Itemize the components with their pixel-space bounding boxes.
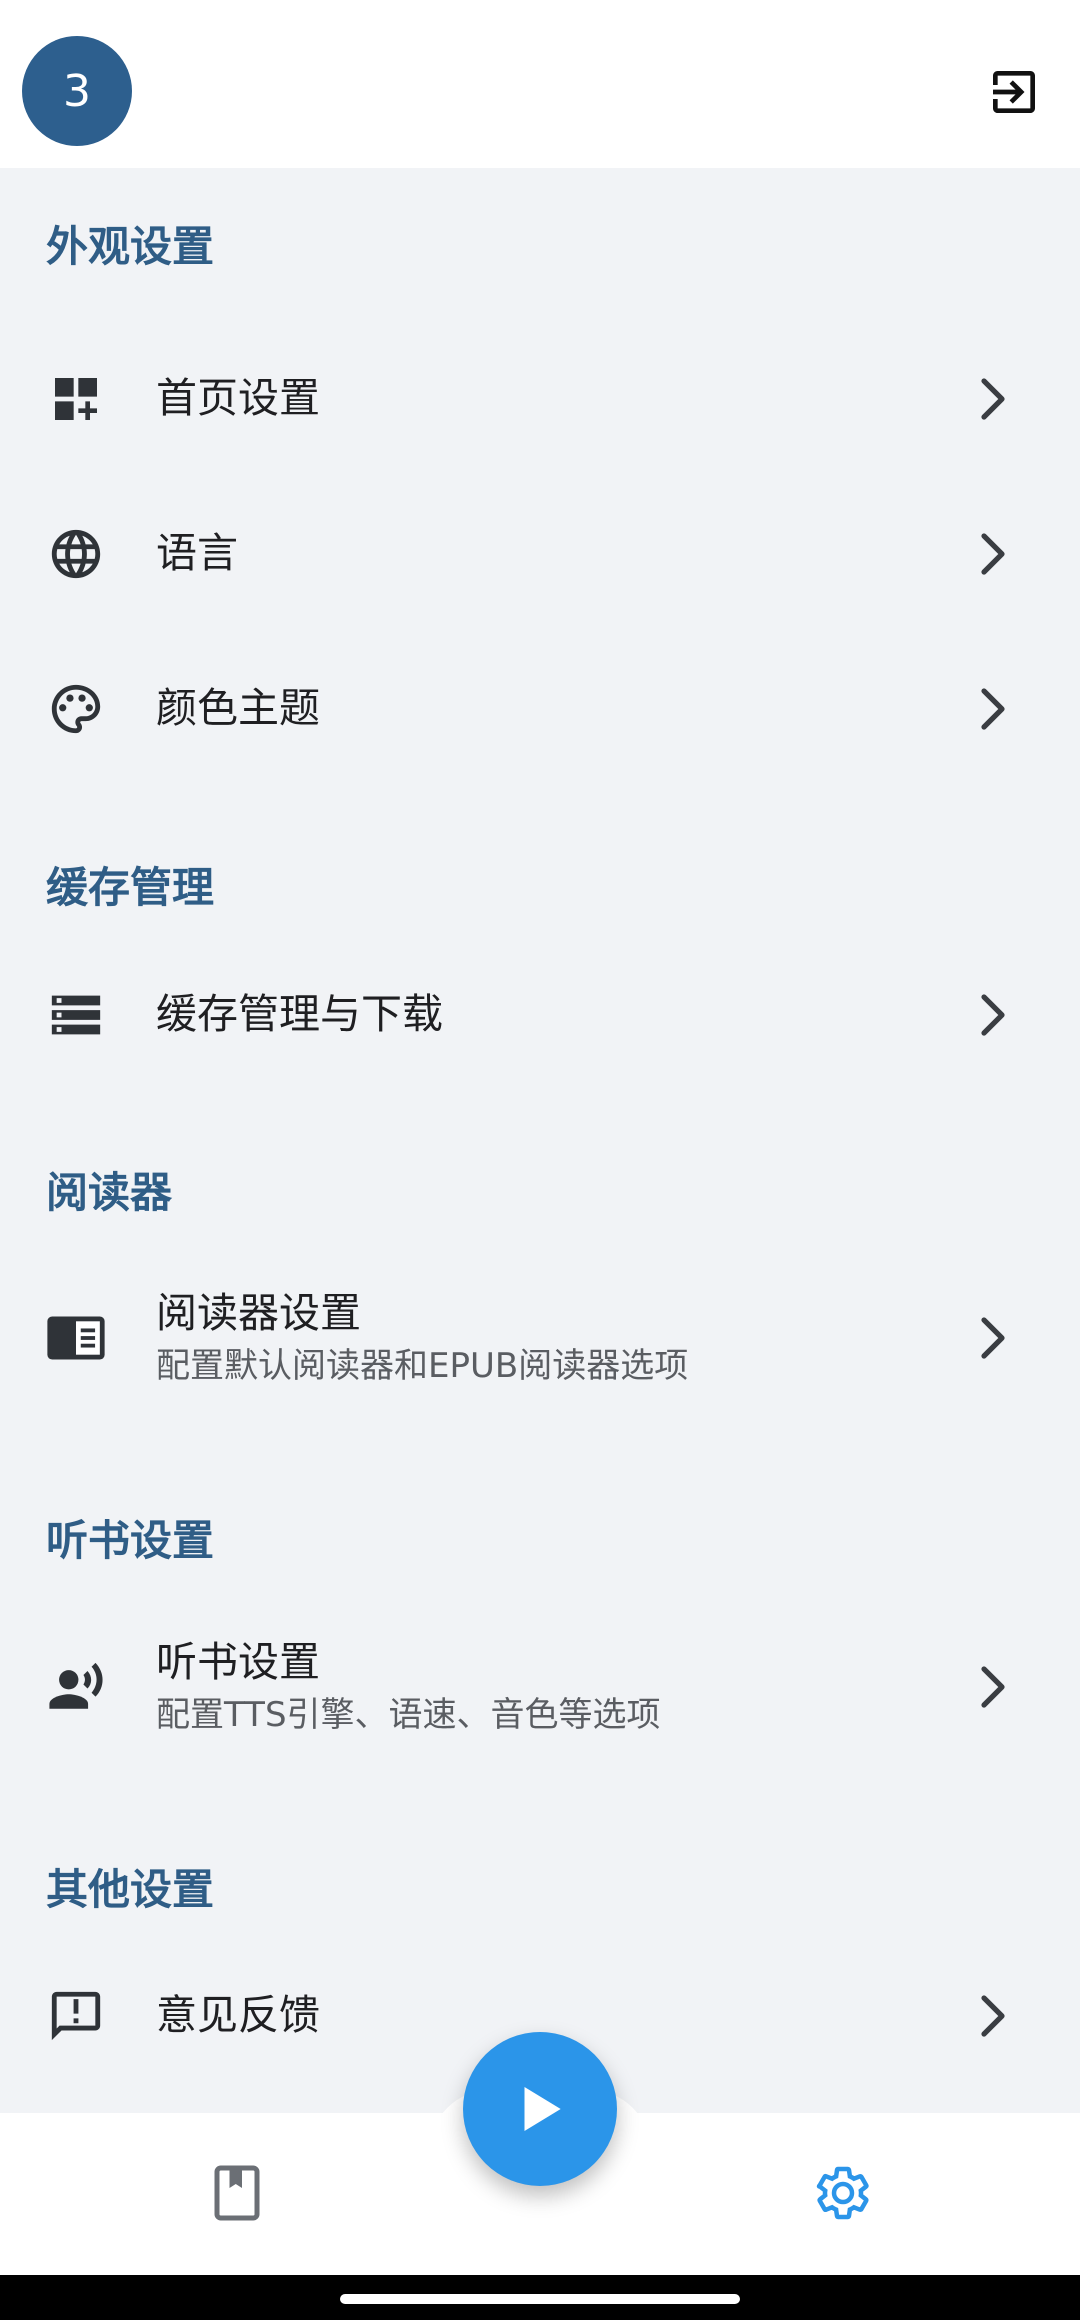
book-icon <box>214 2165 260 2221</box>
play-button[interactable] <box>463 2032 617 2186</box>
section-title-other: 其他设置 <box>46 1865 215 1914</box>
nav-item-settings[interactable] <box>803 2153 883 2233</box>
home-indicator[interactable] <box>340 2294 740 2304</box>
dashboard-add-icon <box>44 367 108 431</box>
reader-icon <box>44 1306 108 1370</box>
feedback-icon <box>44 1984 108 2048</box>
section-title-reader: 阅读器 <box>46 1168 173 1217</box>
section-title-appearance: 外观设置 <box>46 222 215 271</box>
record-voice-icon <box>44 1655 108 1719</box>
settings-item-reader[interactable]: 阅读器设置 配置默认阅读器和EPUB阅读器选项 <box>0 1283 1080 1393</box>
settings-item-listen[interactable]: 听书设置 配置TTS引擎、语速、音色等选项 <box>0 1632 1080 1742</box>
chevron-right-icon <box>974 529 1010 579</box>
storage-icon <box>44 983 108 1047</box>
user-avatar[interactable]: 3 <box>22 36 132 146</box>
section-title-listen: 听书设置 <box>46 1516 215 1565</box>
palette-icon <box>44 677 108 741</box>
chevron-right-icon <box>974 1662 1010 1712</box>
settings-item-theme[interactable]: 颜色主题 <box>0 677 1080 741</box>
chevron-right-icon <box>974 990 1010 1040</box>
nav-item-bookshelf[interactable] <box>197 2153 277 2233</box>
chevron-right-icon <box>974 374 1010 424</box>
settings-item-home[interactable]: 首页设置 <box>0 367 1080 431</box>
settings-item-subtitle: 配置默认阅读器和EPUB阅读器选项 <box>156 1346 689 1387</box>
settings-item-label: 阅读器设置 <box>156 1288 361 1337</box>
settings-item-language[interactable]: 语言 <box>0 522 1080 586</box>
settings-item-label: 听书设置 <box>156 1637 320 1686</box>
settings-list: 外观设置 首页设置 语言 颜色主题 缓存管理 缓存管理与下载 阅读器 阅读器设置… <box>0 168 1080 2113</box>
settings-item-label: 缓存管理与下载 <box>156 990 443 1039</box>
play-icon <box>524 2087 561 2131</box>
exit-to-app-icon <box>993 71 1035 113</box>
top-app-bar: 3 <box>0 0 1080 168</box>
settings-item-label: 意见反馈 <box>156 1991 320 2040</box>
settings-item-label: 颜色主题 <box>156 684 320 733</box>
chevron-right-icon <box>974 684 1010 734</box>
settings-item-label: 语言 <box>156 529 238 578</box>
chevron-right-icon <box>974 1991 1010 2041</box>
exit-button[interactable] <box>984 62 1044 122</box>
chevron-right-icon <box>974 1313 1010 1363</box>
globe-icon <box>44 522 108 586</box>
section-title-cache: 缓存管理 <box>46 863 215 912</box>
settings-item-subtitle: 配置TTS引擎、语速、音色等选项 <box>156 1695 661 1736</box>
settings-item-cache[interactable]: 缓存管理与下载 <box>0 983 1080 1047</box>
gear-icon <box>816 2166 869 2220</box>
settings-item-label: 首页设置 <box>156 374 320 423</box>
